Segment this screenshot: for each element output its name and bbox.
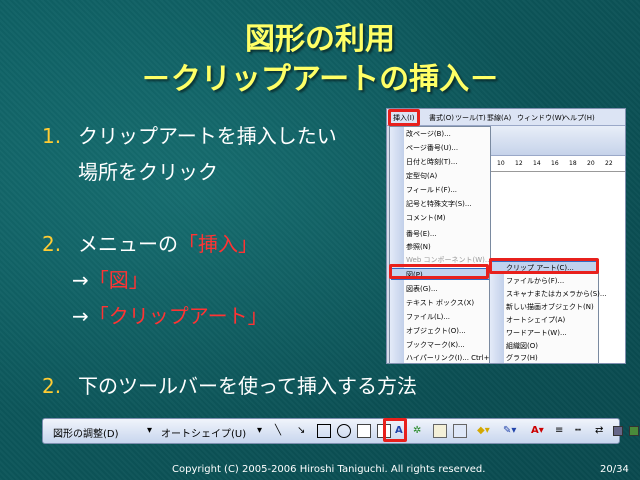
clipart-highlight-box (489, 258, 599, 274)
submenu-item[interactable]: ファイルから(F)... (506, 276, 564, 286)
menu-item[interactable]: 図表(G)... (406, 284, 438, 294)
menu-tools[interactable]: ツール(T) (455, 113, 486, 123)
step2-number: 2. (42, 232, 62, 256)
step3-number: 2. (42, 374, 62, 398)
submenu-item[interactable]: スキャナまたはカメラから(S)... (506, 289, 607, 299)
page-number: 20/34 (600, 464, 629, 475)
menu-item[interactable]: テキスト ボックス(X) (406, 298, 474, 308)
autoshape-button[interactable]: オートシェイプ(U) (161, 425, 246, 440)
menu-item[interactable]: オブジェクト(O)... (406, 326, 466, 336)
line-color-icon[interactable]: ✎▾ (503, 425, 516, 436)
slide-title-line1: 図形の利用 (245, 22, 395, 57)
menu-help[interactable]: ヘルプ(H) (563, 113, 595, 123)
picture-submenu: クリップ アート(C)... ファイルから(F)... スキャナまたはカメラから… (489, 259, 607, 363)
chevron-down-icon[interactable]: ▾ (257, 425, 262, 436)
3d-icon[interactable] (629, 426, 639, 436)
arrow-1: → (72, 268, 89, 292)
ruler-tick: 20 (587, 160, 595, 167)
menu-item[interactable]: ファイル(L)... (406, 312, 450, 322)
copyright-text: Copyright (C) 2005-2006 Hiroshi Taniguch… (172, 464, 486, 475)
ruler-tick: 10 (497, 160, 505, 167)
menu-item[interactable]: 定型句(A) (406, 171, 437, 181)
shadow-icon[interactable] (613, 426, 623, 436)
picture-icon[interactable] (453, 424, 467, 438)
arrow-tool-icon[interactable]: ↘ (297, 425, 305, 436)
step2-line2: →「図」 (72, 264, 149, 293)
submenu-item[interactable]: 組織図(O) (506, 341, 538, 351)
line-tool-icon[interactable]: ╲ (275, 425, 281, 436)
ruler-tick: 22 (605, 160, 613, 167)
arrow-style-icon[interactable]: ⇄ (595, 425, 603, 436)
fill-color-icon[interactable]: ◆▾ (477, 425, 490, 436)
submenu-item[interactable]: ワードアート(W)... (506, 328, 567, 338)
step2-picture-label: 「図」 (88, 268, 149, 292)
font-color-icon[interactable]: A▾ (531, 425, 544, 436)
step1-line2: 場所をクリック (78, 160, 218, 184)
menu-item[interactable]: コメント(M) (406, 213, 446, 223)
step2-line3: →「クリップアート」 (72, 300, 268, 329)
menu-format[interactable]: 書式(O) (429, 113, 454, 123)
textbox-tool-icon[interactable] (357, 424, 371, 438)
ruler-tick: 18 (569, 160, 577, 167)
insert-menu: 改ページ(B)... ページ番号(U)... 日付と時刻(T)... 定型句(A… (389, 126, 494, 363)
drawing-toolbar: 図形の調整(D) ▾ オートシェイプ(U) ▾ ╲ ↘ A ✲ ◆▾ ✎▾ A▾… (42, 418, 639, 444)
menu-item[interactable]: 改ページ(B)... (406, 129, 451, 139)
step2-insert-label: 「挿入」 (178, 232, 258, 256)
menu-item[interactable]: 日付と時刻(T)... (406, 157, 457, 167)
oval-tool-icon[interactable] (337, 424, 351, 438)
ruler-tick: 16 (551, 160, 559, 167)
menu-screenshot: 挿入(I) 書式(O) ツール(T) 罫線(A) ウィンドウ(W) ヘルプ(H)… (386, 108, 626, 364)
submenu-item[interactable]: グラフ(H) (506, 353, 538, 363)
step3-text: 下のツールバーを使って挿入する方法 (78, 374, 417, 398)
ruler-tick: 12 (515, 160, 523, 167)
step1-text: クリップアートを挿入したい (78, 124, 337, 148)
clipart-icon[interactable] (433, 424, 447, 438)
step3-line: 2. 下のツールバーを使って挿入する方法 (42, 370, 417, 399)
diagram-icon[interactable]: ✲ (413, 425, 421, 436)
step1-number: 1. (42, 124, 62, 148)
menu-item[interactable]: 番号(E)... (406, 229, 437, 239)
draw-menu-button[interactable]: 図形の調整(D) (53, 425, 119, 440)
menu-item[interactable]: フィールド(F)... (406, 185, 457, 195)
menu-item[interactable]: 記号と特殊文字(S)... (406, 199, 472, 209)
menu-item[interactable]: 参照(N) (406, 242, 431, 252)
ruler: 10 12 14 16 18 20 22 (487, 156, 625, 172)
menu-item[interactable]: ハイパーリンク(I)... Ctrl+K (406, 353, 494, 363)
menu-table[interactable]: 罫線(A) (487, 113, 511, 123)
step2-line1: 2. メニューの「挿入」 (42, 228, 258, 257)
toolbar-strip (487, 126, 625, 156)
menu-bar: 挿入(I) 書式(O) ツール(T) 罫線(A) ウィンドウ(W) ヘルプ(H) (387, 109, 625, 126)
menu-item[interactable]: ページ番号(U)... (406, 143, 458, 153)
rectangle-tool-icon[interactable] (317, 424, 331, 438)
menu-gutter (490, 260, 504, 363)
insert-highlight-box (388, 109, 420, 126)
clipart-button-highlight (383, 418, 407, 442)
menu-item[interactable]: ブックマーク(K)... (406, 340, 465, 350)
dash-style-icon[interactable]: ┅ (575, 425, 581, 436)
chevron-down-icon[interactable]: ▾ (147, 425, 152, 436)
step2-clipart-label: 「クリップアート」 (88, 304, 268, 328)
menu-gutter (390, 127, 404, 363)
ruler-tick: 14 (533, 160, 541, 167)
submenu-item[interactable]: オートシェイプ(A) (506, 315, 565, 325)
arrow-2: → (72, 304, 89, 328)
picture-highlight-box (389, 264, 489, 279)
step2-text: メニューの (78, 232, 178, 256)
submenu-item[interactable]: 新しい描画オブジェクト(N) (506, 302, 594, 312)
step1-line1: 1. クリップアートを挿入したい (42, 120, 337, 149)
menu-window[interactable]: ウィンドウ(W) (517, 113, 564, 123)
line-style-icon[interactable]: ≡ (555, 425, 563, 436)
slide-title-line2: －クリップアートの挿入－ (140, 62, 500, 97)
